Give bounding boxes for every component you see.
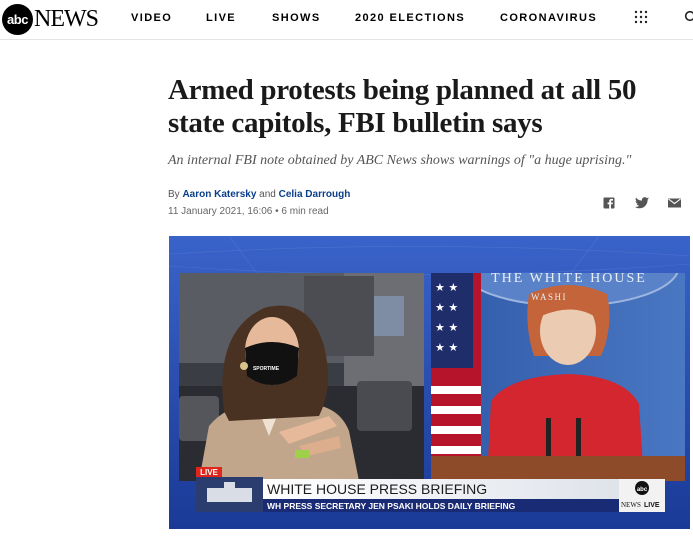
svg-text:★ ★: ★ ★ [435, 281, 458, 294]
facebook-icon[interactable] [603, 196, 615, 210]
abc-logo-badge: abc [2, 3, 33, 35]
chyron-title: WHITE HOUSE PRESS BRIEFING [267, 481, 487, 497]
publish-date: 11 January 2021, 16:06 [168, 206, 273, 217]
byline: By Aaron Katersky and Celia Darrough [168, 189, 350, 200]
nav-item-shows[interactable]: SHOWS [272, 12, 321, 24]
bug-abc-text: abc [637, 487, 648, 493]
article-headline: Armed protests being planned at all 50 s… [168, 74, 637, 139]
svg-text:★ ★: ★ ★ [435, 341, 458, 354]
menu-grid-icon[interactable] [634, 10, 648, 24]
email-icon[interactable] [668, 196, 681, 210]
bug-live-text: LIVE [644, 502, 660, 509]
wall-text-white-house: THE WHITE HOUSE [491, 271, 647, 286]
read-time: 6 min read [281, 206, 329, 217]
byline-and: and [259, 189, 276, 200]
mask-logo-text: SPORTIME [253, 366, 280, 372]
article-subheadline: An internal FBI note obtained by ABC New… [168, 153, 632, 168]
nav-item-coronavirus[interactable]: CORONAVIRUS [500, 12, 597, 24]
byline-prefix: By [168, 189, 180, 200]
logo-news-text: NEWS [34, 5, 99, 32]
svg-text:★ ★: ★ ★ [435, 321, 458, 334]
press-briefing-frame: SPORTIME ★ ★ ★ ★ ★ ★ ★ ★ THE WHITE HOUSE W… [169, 236, 690, 529]
search-icon[interactable] [684, 10, 693, 24]
svg-text:★ ★: ★ ★ [435, 301, 458, 314]
nav-item-video[interactable]: VIDEO [131, 12, 172, 24]
article-hero-image[interactable]: SPORTIME ★ ★ ★ ★ ★ ★ ★ ★ THE WHITE HOUSE… [169, 236, 690, 529]
top-navigation-bar: abc NEWS VIDEO LIVE SHOWS 2020 ELECTIONS… [0, 0, 693, 40]
author-link-1[interactable]: Aaron Katersky [182, 189, 256, 200]
live-badge-text: LIVE [200, 468, 218, 477]
bug-news-text: NEWS [621, 501, 641, 509]
nav-item-2020-elections[interactable]: 2020 ELECTIONS [355, 12, 465, 24]
abc-news-logo[interactable]: abc NEWS [2, 3, 99, 35]
wall-text-washington: WASHI [531, 292, 567, 302]
chyron-subtitle: WH PRESS SECRETARY JEN PSAKI HOLDS DAILY… [267, 501, 516, 511]
twitter-icon[interactable] [635, 196, 649, 210]
author-link-2[interactable]: Celia Darrough [279, 189, 351, 200]
nav-item-live[interactable]: LIVE [206, 12, 236, 24]
article-dateline: 11 January 2021, 16:06 • 6 min read [168, 206, 329, 217]
